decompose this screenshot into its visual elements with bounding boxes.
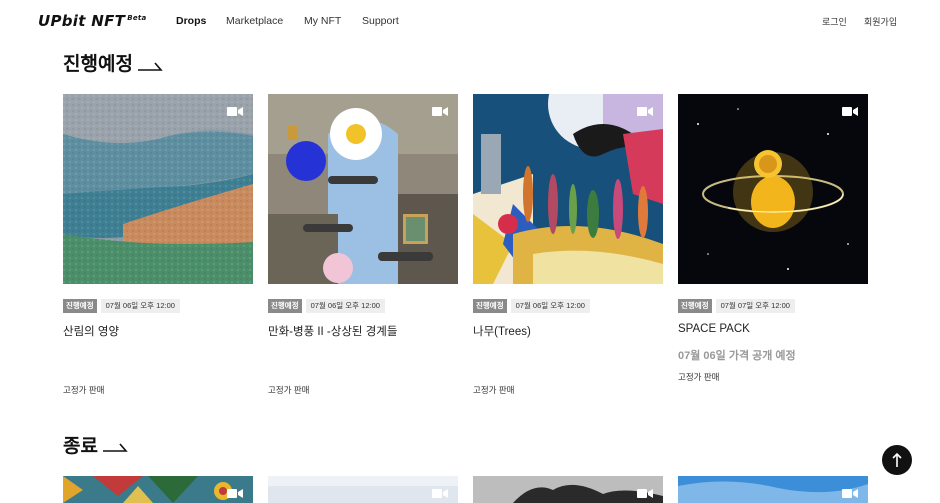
ended-card[interactable] [678, 476, 868, 503]
video-camera-icon [227, 489, 243, 498]
artwork-thumbnail[interactable] [473, 476, 663, 503]
sale-type: 고정가 판매 [268, 385, 310, 395]
arrow-up-icon [892, 452, 902, 467]
scroll-top-button[interactable] [882, 445, 912, 475]
artwork-title[interactable]: 산림의 영양 [63, 323, 119, 339]
status-badge: 진행예정 [678, 299, 712, 313]
nav-my-nft[interactable]: My NFT [304, 15, 341, 27]
top-navigation: UPbit NFT Beta Drops Marketplace My NFT S… [0, 0, 940, 42]
artwork-thumbnail[interactable] [63, 94, 253, 284]
artwork-thumbnail[interactable] [678, 94, 868, 284]
upbit-nft-logo[interactable]: UPbit NFT Beta [38, 12, 147, 30]
sale-type: 고정가 판매 [63, 385, 105, 395]
drop-card[interactable]: 진행예정 07월 06일 오후 12:00 산림의 영양 고정가 판매 [63, 94, 253, 395]
arrow-right-icon [138, 62, 163, 71]
status-badge: 진행예정 [268, 299, 302, 313]
video-camera-icon [842, 107, 858, 116]
badge-row: 진행예정 07월 06일 오후 12:00 [268, 299, 385, 313]
sale-type: 고정가 판매 [473, 385, 515, 395]
artwork-thumbnail[interactable] [268, 476, 458, 503]
video-camera-icon [842, 489, 858, 498]
signup-link[interactable]: 회원가입 [864, 15, 897, 28]
status-badge: 진행예정 [473, 299, 507, 313]
ended-card[interactable] [63, 476, 253, 503]
badge-row: 진행예정 07월 07일 오후 12:00 [678, 299, 795, 313]
login-link[interactable]: 로그인 [822, 15, 847, 28]
video-camera-icon [637, 107, 653, 116]
date-badge: 07월 06일 오후 12:00 [100, 299, 180, 313]
artwork-title[interactable]: 나무(Trees) [473, 323, 531, 339]
ended-card[interactable] [473, 476, 663, 503]
date-badge: 07월 06일 오후 12:00 [510, 299, 590, 313]
video-camera-icon [432, 489, 448, 498]
video-camera-icon [432, 107, 448, 116]
sale-type: 고정가 판매 [678, 372, 720, 382]
badge-row: 진행예정 07월 06일 오후 12:00 [473, 299, 590, 313]
video-camera-icon [227, 107, 243, 116]
price-reveal-note: 07월 06일 가격 공개 예정 [678, 350, 796, 362]
artwork-title[interactable]: SPACE PACK [678, 323, 750, 335]
artwork-thumbnail[interactable] [678, 476, 868, 503]
beta-label: Beta [127, 14, 147, 22]
badge-row: 진행예정 07월 06일 오후 12:00 [63, 299, 180, 313]
status-badge: 진행예정 [63, 299, 97, 313]
date-badge: 07월 07일 오후 12:00 [715, 299, 795, 313]
drop-card[interactable]: 진행예정 07월 06일 오후 12:00 만화-병풍 II -상상된 경계들 고… [268, 94, 458, 395]
nav-support[interactable]: Support [362, 15, 399, 27]
drop-card[interactable]: 진행예정 07월 06일 오후 12:00 나무(Trees) 고정가 판매 [473, 94, 663, 395]
arrow-right-icon [103, 443, 128, 452]
nav-drops[interactable]: Drops [176, 15, 206, 27]
nav-marketplace[interactable]: Marketplace [226, 15, 283, 27]
date-badge: 07월 06일 오후 12:00 [305, 299, 385, 313]
artwork-thumbnail[interactable] [63, 476, 253, 503]
section-title-ended: 종료 [63, 435, 98, 457]
drop-card[interactable]: 진행예정 07월 07일 오후 12:00 SPACE PACK 07월 06일 … [678, 94, 868, 382]
artwork-thumbnail[interactable] [268, 94, 458, 284]
section-title-upcoming: 진행예정 [63, 53, 133, 75]
artwork-title[interactable]: 만화-병풍 II -상상된 경계들 [268, 323, 397, 339]
artwork-thumbnail[interactable] [473, 94, 663, 284]
ended-card[interactable] [268, 476, 458, 503]
video-camera-icon [637, 489, 653, 498]
